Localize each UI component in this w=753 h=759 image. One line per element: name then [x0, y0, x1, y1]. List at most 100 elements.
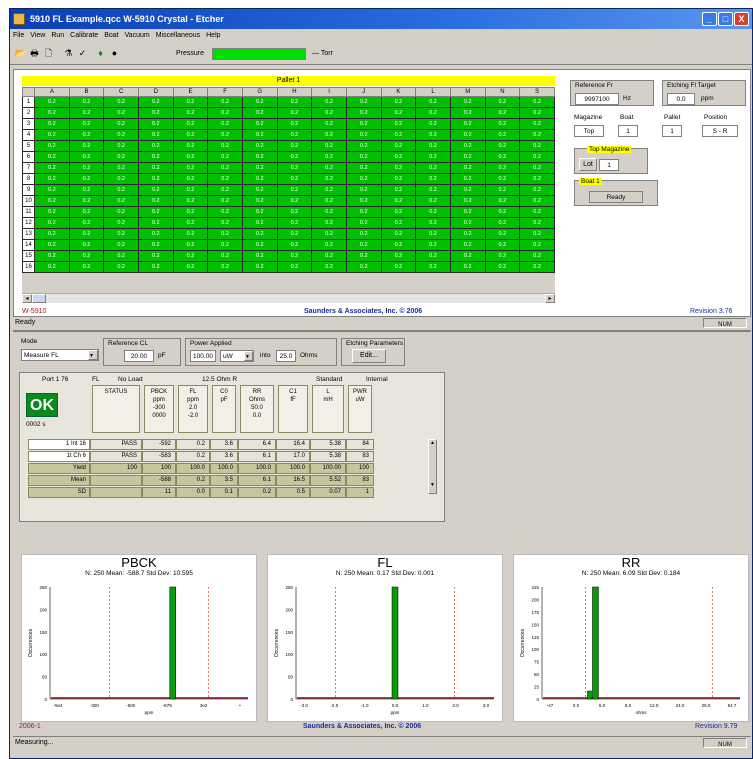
grid-cell[interactable]: 0.2 [172, 173, 209, 185]
grid-cell[interactable]: 0.2 [484, 118, 521, 130]
grid-cell[interactable]: 0.2 [345, 228, 382, 240]
grid-cell[interactable]: 0.2 [380, 107, 417, 119]
grid-cell[interactable]: 0.2 [345, 261, 382, 273]
grid-cell[interactable]: 0.2 [449, 184, 486, 196]
grid-cell[interactable]: 0.2 [345, 184, 382, 196]
grid-cell[interactable]: 0.2 [415, 162, 451, 174]
grid-cell[interactable]: 0.2 [519, 162, 555, 174]
grid-cell[interactable]: 0.2 [380, 261, 417, 273]
grid-cell[interactable]: 0.2 [241, 140, 278, 152]
grid-cell[interactable]: 0.2 [415, 228, 451, 240]
grid-cell[interactable]: 0.2 [172, 250, 209, 262]
horizontal-scrollbar[interactable]: ◂ ▸ [22, 293, 555, 303]
grid-cell[interactable]: 0.2 [345, 151, 382, 163]
grid-cell[interactable]: 0.2 [276, 162, 313, 174]
grid-cell[interactable]: 0.2 [484, 140, 521, 152]
grid-cell[interactable]: 0.2 [68, 173, 105, 185]
chevron-down-icon[interactable]: ▼ [88, 350, 98, 360]
grid-cell[interactable]: 0.2 [137, 118, 174, 130]
grid-cell[interactable]: 0.2 [34, 228, 70, 240]
grid-cell[interactable]: 0.2 [449, 140, 486, 152]
grid-cell[interactable]: 0.2 [519, 151, 555, 163]
grid-cell[interactable]: 0.2 [34, 140, 70, 152]
grid-cell[interactable]: 0.2 [276, 228, 313, 240]
grid-row-header[interactable]: 7 [22, 162, 35, 174]
grid-cell[interactable]: 0.2 [103, 261, 139, 273]
grid-cell[interactable]: 0.2 [415, 96, 451, 108]
grid-cell[interactable]: 0.2 [34, 184, 70, 196]
grid-cell[interactable]: 0.2 [311, 217, 347, 229]
grid-cell[interactable]: 0.2 [207, 107, 243, 119]
grid-cell[interactable]: 0.2 [68, 239, 105, 251]
grid-cell[interactable]: 0.2 [137, 129, 174, 141]
grid-cell[interactable]: 0.2 [311, 228, 347, 240]
open-folder-icon[interactable]: 📂 [14, 47, 27, 60]
grid-cell[interactable]: 0.2 [415, 184, 451, 196]
grid-cell[interactable]: 0.2 [137, 195, 174, 207]
grid-cell[interactable]: 0.2 [68, 140, 105, 152]
grid-cell[interactable]: 0.2 [34, 107, 70, 119]
grid-cell[interactable]: 0.2 [241, 239, 278, 251]
calibrate-icon[interactable]: ⚗ [62, 47, 75, 60]
maximize-button[interactable]: □ [718, 12, 733, 26]
grid-row-header[interactable]: 13 [22, 228, 35, 240]
grid-cell[interactable]: 0.2 [519, 129, 555, 141]
grid-cell[interactable]: 0.2 [241, 250, 278, 262]
grid-column-header[interactable]: L [415, 87, 451, 97]
grid-cell[interactable]: 0.2 [103, 206, 139, 218]
grid-column-header[interactable]: N [484, 87, 521, 97]
stop-icon[interactable]: ● [108, 47, 121, 60]
grid-column-header[interactable]: E [172, 87, 209, 97]
grid-cell[interactable]: 0.2 [519, 118, 555, 130]
grid-cell[interactable]: 0.2 [345, 129, 382, 141]
grid-cell[interactable]: 0.2 [415, 250, 451, 262]
pallet-grid[interactable]: A B C D E F G H I J K L M N S 1 0.2 0.2 0.2 0.2 0.2 0.2 0.2 0.2… [22, 87, 555, 293]
grid-cell[interactable]: 0.2 [380, 118, 417, 130]
grid-cell[interactable]: 0.2 [380, 206, 417, 218]
grid-cell[interactable]: 0.2 [415, 118, 451, 130]
grid-cell[interactable]: 0.2 [276, 173, 313, 185]
menu-vacuum[interactable]: Vacuum [122, 32, 153, 39]
grid-cell[interactable]: 0.2 [380, 184, 417, 196]
grid-cell[interactable]: 0.2 [137, 239, 174, 251]
grid-cell[interactable]: 0.2 [68, 96, 105, 108]
grid-cell[interactable]: 0.2 [241, 217, 278, 229]
grid-cell[interactable]: 0.2 [519, 261, 555, 273]
grid-cell[interactable]: 0.2 [484, 173, 521, 185]
grid-cell[interactable]: 0.2 [241, 173, 278, 185]
grid-cell[interactable]: 0.2 [172, 140, 209, 152]
grid-cell[interactable]: 0.2 [276, 151, 313, 163]
grid-cell[interactable]: 0.2 [519, 173, 555, 185]
grid-row-header[interactable]: 9 [22, 184, 35, 196]
grid-cell[interactable]: 0.2 [207, 250, 243, 262]
grid-cell[interactable]: 0.2 [345, 118, 382, 130]
grid-cell[interactable]: 0.2 [241, 206, 278, 218]
grid-cell[interactable]: 0.2 [380, 250, 417, 262]
grid-cell[interactable]: 0.2 [241, 228, 278, 240]
lot-button[interactable]: Lot [579, 158, 597, 171]
grid-cell[interactable]: 0.2 [137, 173, 174, 185]
grid-cell[interactable]: 0.2 [415, 206, 451, 218]
grid-cell[interactable]: 0.2 [172, 118, 209, 130]
grid-cell[interactable]: 0.2 [172, 129, 209, 141]
grid-cell[interactable]: 0.2 [34, 206, 70, 218]
grid-column-header[interactable]: J [345, 87, 382, 97]
grid-cell[interactable]: 0.2 [380, 129, 417, 141]
grid-cell[interactable]: 0.2 [311, 250, 347, 262]
grid-cell[interactable]: 0.2 [207, 151, 243, 163]
grid-cell[interactable]: 0.2 [311, 206, 347, 218]
mode-select[interactable]: Measure FL ▼ [21, 349, 99, 361]
power-input[interactable]: 100.00 [190, 350, 216, 362]
grid-cell[interactable]: 0.2 [519, 217, 555, 229]
grid-cell[interactable]: 0.2 [415, 239, 451, 251]
grid-cell[interactable]: 0.2 [380, 217, 417, 229]
grid-row-header[interactable]: 16 [22, 261, 35, 273]
grid-cell[interactable]: 0.2 [34, 217, 70, 229]
grid-row-header[interactable]: 15 [22, 250, 35, 262]
grid-cell[interactable]: 0.2 [172, 261, 209, 273]
grid-cell[interactable]: 0.2 [68, 261, 105, 273]
grid-cell[interactable]: 0.2 [380, 239, 417, 251]
grid-cell[interactable]: 0.2 [311, 162, 347, 174]
grid-column-header[interactable]: F [207, 87, 243, 97]
grid-cell[interactable]: 0.2 [172, 107, 209, 119]
